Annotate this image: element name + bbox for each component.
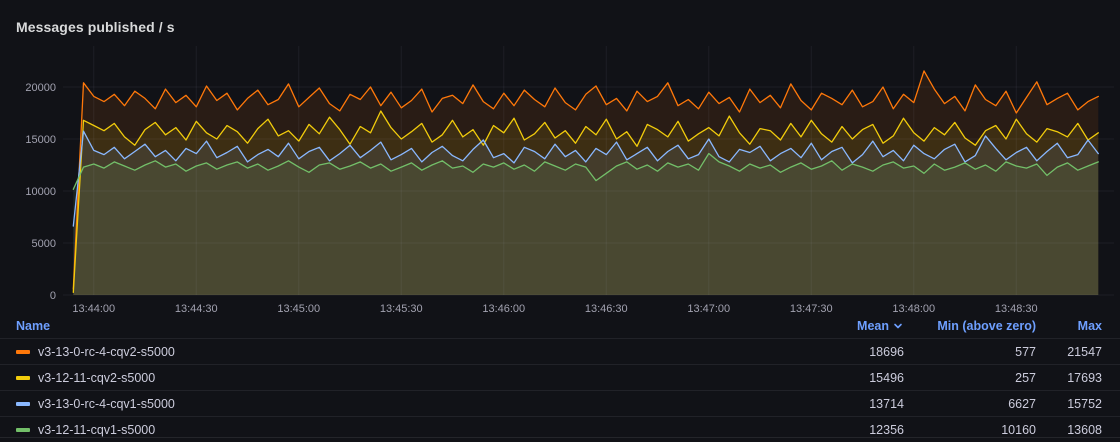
chevron-down-icon — [892, 320, 904, 332]
series-name[interactable]: v3-13-0-rc-4-cqv2-s5000 — [38, 345, 175, 359]
y-tick-label: 20000 — [25, 82, 56, 94]
legend-header-name[interactable]: Name — [16, 319, 808, 333]
series-color-swatch[interactable] — [16, 402, 30, 406]
legend-row: v3-12-11-cqv1-s5000 123561016013608 — [0, 416, 1120, 442]
y-tick-label: 15000 — [25, 134, 56, 146]
series-name[interactable]: v3-12-11-cqv2-s5000 — [38, 371, 155, 385]
legend-row: v3-12-11-cqv2-s5000 1549625717693 — [0, 364, 1120, 390]
series-fills — [73, 71, 1098, 295]
min-value: 257 — [904, 371, 1036, 385]
mean-value: 13714 — [808, 397, 904, 411]
max-value: 21547 — [1036, 345, 1102, 359]
y-tick-label: 10000 — [25, 186, 56, 198]
series-color-swatch[interactable] — [16, 428, 30, 432]
series-color-swatch[interactable] — [16, 376, 30, 380]
legend-row: v3-13-0-rc-4-cqv2-s5000 1869657721547 — [0, 338, 1120, 364]
legend-name-cell: v3-13-0-rc-4-cqv1-s5000 — [16, 397, 808, 411]
legend-header-mean-label: Mean — [857, 319, 889, 333]
min-value: 6627 — [904, 397, 1036, 411]
max-value: 13608 — [1036, 423, 1102, 437]
y-tick-label: 5000 — [32, 238, 56, 250]
legend-row: v3-13-0-rc-4-cqv1-s5000 13714662715752 — [0, 390, 1120, 416]
legend-name-cell: v3-12-11-cqv1-s5000 — [16, 423, 808, 437]
chart-canvas[interactable]: 0500010000150002000013:44:0013:44:3013:4… — [0, 0, 1120, 316]
legend-name-cell: v3-13-0-rc-4-cqv2-s5000 — [16, 345, 808, 359]
min-value: 577 — [904, 345, 1036, 359]
legend-header-mean[interactable]: Mean — [808, 319, 904, 333]
series-name[interactable]: v3-13-0-rc-4-cqv1-s5000 — [38, 397, 175, 411]
mean-value: 15496 — [808, 371, 904, 385]
mean-value: 18696 — [808, 345, 904, 359]
series-fill — [73, 154, 1098, 296]
series-color-swatch[interactable] — [16, 350, 30, 354]
legend-rows: v3-13-0-rc-4-cqv2-s50001869657721547v3-1… — [0, 338, 1120, 442]
legend-table: Name Mean Min (above zero) Max v3-13-0-r… — [0, 314, 1120, 438]
grafana-panel: 0500010000150002000013:44:0013:44:3013:4… — [0, 0, 1120, 438]
legend-header-row: Name Mean Min (above zero) Max — [0, 314, 1120, 338]
panel-title[interactable]: Messages published / s — [16, 19, 175, 35]
max-value: 15752 — [1036, 397, 1102, 411]
legend-header-max[interactable]: Max — [1036, 319, 1102, 333]
max-value: 17693 — [1036, 371, 1102, 385]
legend-name-cell: v3-12-11-cqv2-s5000 — [16, 371, 808, 385]
min-value: 10160 — [904, 423, 1036, 437]
mean-value: 12356 — [808, 423, 904, 437]
timeseries-chart[interactable]: 0500010000150002000013:44:0013:44:3013:4… — [0, 0, 1120, 316]
y-tick-label: 0 — [50, 290, 56, 302]
legend-header-min[interactable]: Min (above zero) — [904, 319, 1036, 333]
series-name[interactable]: v3-12-11-cqv1-s5000 — [38, 423, 155, 437]
